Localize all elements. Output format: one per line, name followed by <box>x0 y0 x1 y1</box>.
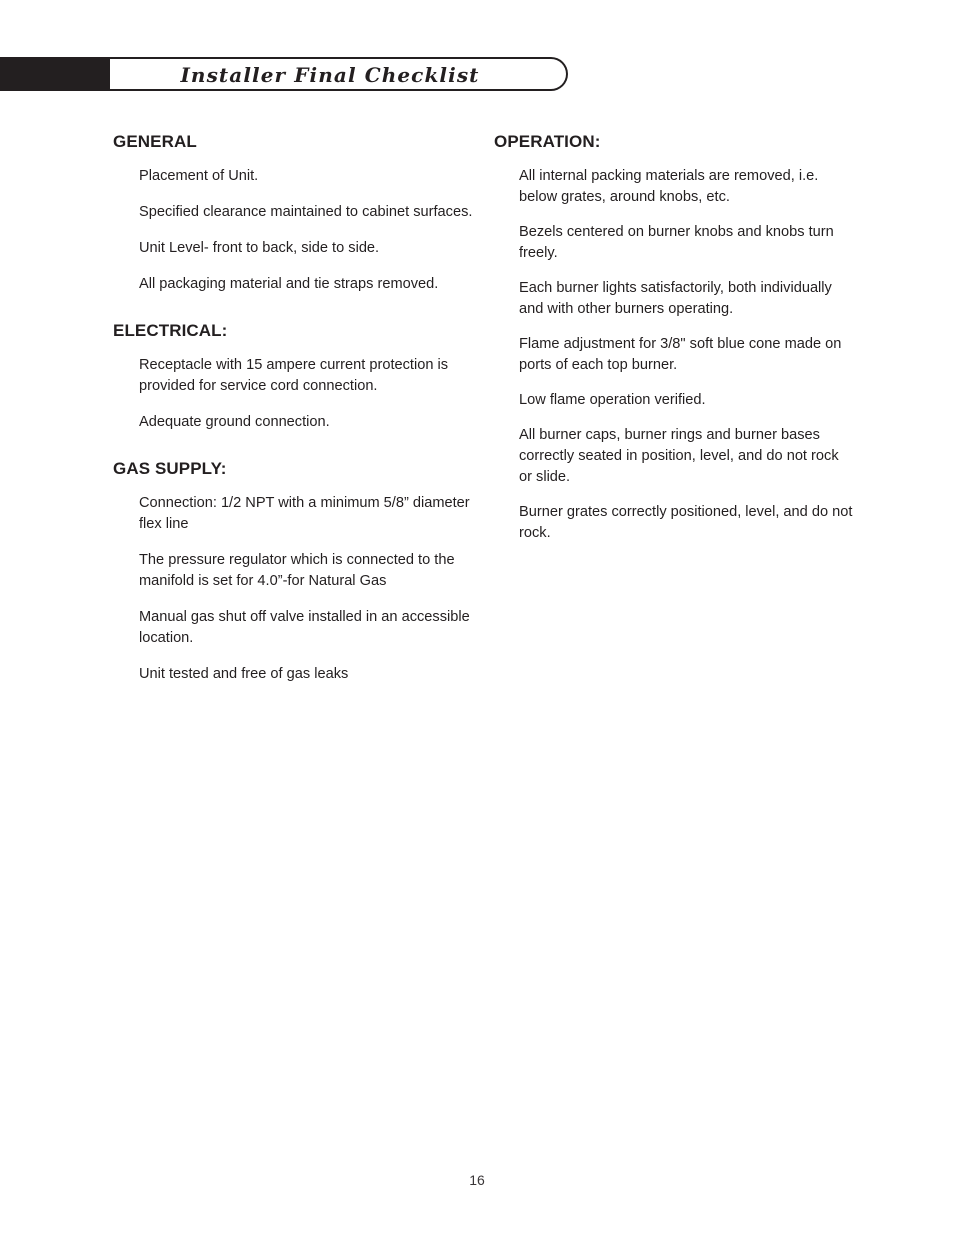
section-general: GENERAL Placement of Unit. Specified cle… <box>113 132 473 295</box>
checklist-item: Low flame operation verified. <box>519 392 706 408</box>
checklist-general: Placement of Unit. Specified clearance m… <box>113 166 473 295</box>
checklist-item: Specified clearance maintained to cabine… <box>139 204 473 220</box>
checklist-item: Placement of Unit. <box>139 168 259 184</box>
checklist-item: Bezels centered on burner knobs and knob… <box>519 224 834 261</box>
checklist-item: All burner caps, burner rings and burner… <box>519 427 839 485</box>
checklist-item: Connection: 1/2 NPT with a minimum 5/8” … <box>139 495 470 532</box>
section-heading-gas-supply: GAS SUPPLY: <box>113 459 227 478</box>
header-black-bar <box>0 57 113 91</box>
section-operation: OPERATION: All internal packing material… <box>494 132 854 544</box>
header-title-pill: Installer Final Checklist <box>110 57 568 91</box>
checklist-item: Each burner lights satisfactorily, both … <box>519 280 832 317</box>
right-content-column: OPERATION: All internal packing material… <box>494 132 854 570</box>
section-heading-operation: OPERATION: <box>494 132 601 151</box>
page-number: 16 <box>469 1172 485 1188</box>
checklist-item: Burner grates correctly positioned, leve… <box>519 504 853 541</box>
section-electrical: ELECTRICAL: Receptacle with 15 ampere cu… <box>113 321 473 433</box>
checklist-item: Flame adjustment for 3/8" soft blue cone… <box>519 336 842 373</box>
checklist-operation: All internal packing materials are remov… <box>494 166 854 544</box>
checklist-item: Unit tested and free of gas leaks <box>139 666 349 682</box>
section-heading-general: GENERAL <box>113 132 197 151</box>
page-title: Installer Final Checklist <box>180 63 480 87</box>
checklist-item: Manual gas shut off valve installed in a… <box>139 609 470 646</box>
section-gas-supply: GAS SUPPLY: Connection: 1/2 NPT with a m… <box>113 459 473 685</box>
checklist-gas-supply: Connection: 1/2 NPT with a minimum 5/8” … <box>113 493 473 685</box>
checklist-item: Receptacle with 15 ampere current protec… <box>139 357 449 394</box>
checklist-item: All packaging material and tie straps re… <box>139 276 439 292</box>
page-header-banner: Installer Final Checklist <box>0 57 954 91</box>
checklist-item: All internal packing materials are remov… <box>519 168 819 205</box>
checklist-item: The pressure regulator which is connecte… <box>139 552 455 589</box>
checklist-item: Unit Level- front to back, side to side. <box>139 240 380 256</box>
checklist-electrical: Receptacle with 15 ampere current protec… <box>113 355 473 433</box>
left-content-column: GENERAL Placement of Unit. Specified cle… <box>113 132 473 711</box>
checklist-item: Adequate ground connection. <box>139 414 330 430</box>
section-heading-electrical: ELECTRICAL: <box>113 321 228 340</box>
